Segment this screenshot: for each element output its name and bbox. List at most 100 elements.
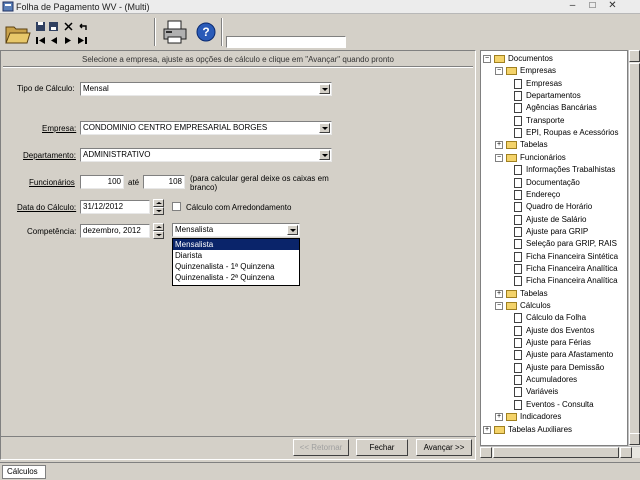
document-icon: [514, 239, 522, 250]
scroll-thumb[interactable]: [629, 63, 640, 437]
toolbar: ?: [0, 14, 640, 50]
dropdown-option[interactable]: Quinzenalista - 1ª Quinzena: [173, 261, 299, 272]
scroll-thumb[interactable]: [493, 447, 619, 458]
dropdown-option[interactable]: Diarista: [173, 250, 299, 261]
chevron-down-icon[interactable]: [319, 150, 330, 160]
collapse-icon[interactable]: −: [483, 55, 491, 63]
funcionario-to-input[interactable]: 108: [143, 175, 185, 189]
empresa-label: Empresa:: [42, 124, 77, 133]
folder-icon: [506, 289, 517, 298]
data-calculo-input[interactable]: 31/12/2012: [80, 200, 150, 214]
empresa-select[interactable]: CONDOMINIO CENTRO EMPRESARIAL BORGES: [80, 121, 332, 135]
expand-icon[interactable]: +: [495, 413, 503, 422]
avancar-button[interactable]: Avançar >>: [416, 439, 472, 456]
tree-horizontal-scrollbar[interactable]: [480, 446, 640, 458]
arredondamento-label: Cálculo com Arredondamento: [186, 203, 292, 212]
dropdown-option[interactable]: Quinzenalista - 2ª Quinzena: [173, 272, 299, 283]
tree-node-label: Informações Trabalhistas: [526, 165, 616, 175]
document-icon: [514, 399, 522, 410]
document-icon: [514, 276, 522, 287]
spin-up-icon[interactable]: [153, 223, 164, 231]
collapse-icon[interactable]: −: [495, 153, 503, 162]
prev-record-icon[interactable]: [47, 34, 58, 45]
tree-node-label: Indicadores: [520, 412, 562, 422]
tree-node-label: Ficha Financeira Sintética: [526, 251, 619, 261]
document-icon: [514, 362, 522, 373]
document-icon: [514, 202, 522, 213]
tree-node-label: Ficha Financeira Analítica: [526, 276, 618, 286]
instruction-text: Selecione a empresa, ajuste as opções de…: [3, 53, 473, 67]
tab-calculos[interactable]: Cálculos: [2, 465, 46, 479]
fechar-button[interactable]: Fechar: [356, 439, 408, 456]
tree-node-label: Eventos - Consulta: [526, 399, 594, 409]
next-record-icon[interactable]: [62, 34, 73, 45]
title-bar: Folha de Pagamento WV - (Multi) – □ ✕: [0, 0, 640, 14]
dropdown-option[interactable]: Mensalista: [173, 239, 299, 250]
competencia-input[interactable]: dezembro, 2012: [80, 224, 150, 238]
tipo-calculo-select[interactable]: Mensal: [80, 82, 332, 96]
competencia-label: Competência:: [27, 227, 77, 236]
app-icon: [2, 1, 14, 12]
save-all-icon[interactable]: [47, 20, 58, 31]
document-icon: [514, 338, 522, 349]
tree-node-label: Ajuste dos Eventos: [526, 325, 595, 335]
chevron-down-icon[interactable]: [319, 123, 330, 133]
funcionarios-label: Funcionários: [29, 178, 75, 187]
close-button[interactable]: ✕: [604, 0, 621, 13]
funcionario-from-input[interactable]: 100: [80, 175, 124, 189]
help-icon[interactable]: ?: [194, 20, 218, 44]
chevron-down-icon[interactable]: [287, 225, 298, 235]
collapse-icon[interactable]: −: [495, 67, 503, 76]
document-icon: [514, 91, 522, 102]
tipo-calculo-value: Mensal: [83, 84, 109, 93]
last-record-icon[interactable]: [76, 34, 88, 45]
folder-open-icon[interactable]: [2, 16, 32, 48]
expand-icon[interactable]: +: [495, 289, 503, 298]
scroll-down-icon[interactable]: [629, 433, 640, 445]
navigation-tree: − Documentos − Empresas Empresas Departamento…: [480, 50, 628, 446]
document-icon: [514, 325, 522, 336]
scroll-right-icon[interactable]: [620, 447, 632, 458]
document-icon: [514, 350, 522, 361]
spin-up-icon[interactable]: [153, 199, 164, 207]
tree-node-label: Agências Bancárias: [526, 103, 597, 113]
funcionarios-hint: (para calcular geral deixe os caixas em …: [190, 174, 329, 192]
competencia-spinner[interactable]: [153, 223, 164, 239]
scroll-up-icon[interactable]: [629, 50, 640, 62]
cut-icon[interactable]: [62, 20, 73, 31]
tipo-folha-dropdown: Mensalista Diarista Quinzenalista - 1ª Q…: [172, 238, 300, 286]
tree-node-label: Empresas: [526, 78, 563, 88]
save-icon[interactable]: [34, 20, 45, 31]
undo-icon[interactable]: [76, 20, 88, 31]
folder-icon: [506, 413, 517, 422]
tree-node-label: Quadro de Horário: [526, 202, 593, 212]
tree-node-label: EPI, Roupas e Acessórios: [526, 128, 619, 138]
toolbar-search-input[interactable]: [226, 36, 346, 48]
document-icon: [514, 263, 522, 274]
collapse-icon[interactable]: −: [495, 302, 503, 310]
document-icon: [514, 115, 522, 126]
arredondamento-checkbox[interactable]: [172, 202, 181, 211]
tree-node-label: Seleção para GRIP, RAIS: [526, 239, 618, 249]
scroll-left-icon[interactable]: [480, 447, 492, 458]
data-calculo-spinner[interactable]: [153, 199, 164, 215]
expand-icon[interactable]: +: [495, 141, 503, 150]
first-record-icon[interactable]: [34, 34, 45, 45]
tree-node-label: Transporte: [526, 115, 565, 125]
departamento-select[interactable]: ADMINISTRATIVO: [80, 148, 332, 162]
maximize-button[interactable]: □: [584, 0, 601, 13]
tree-node-label: Acumuladores: [526, 375, 578, 385]
tree-node-label: Ajuste de Salário: [526, 214, 587, 224]
retornar-button[interactable]: << Retornar: [293, 439, 349, 456]
chevron-down-icon[interactable]: [319, 84, 330, 94]
toolbar-separator: [154, 18, 156, 46]
window-title: Folha de Pagamento WV - (Multi): [16, 2, 150, 12]
tipo-folha-select[interactable]: Mensalista: [172, 223, 300, 237]
expand-icon[interactable]: +: [483, 425, 491, 434]
print-icon[interactable]: [160, 17, 190, 47]
minimize-button[interactable]: –: [564, 0, 581, 13]
toolbar-separator: [221, 18, 223, 46]
spin-down-icon[interactable]: [153, 207, 164, 215]
tree-vertical-scrollbar[interactable]: [628, 50, 640, 446]
spin-down-icon[interactable]: [153, 231, 164, 239]
